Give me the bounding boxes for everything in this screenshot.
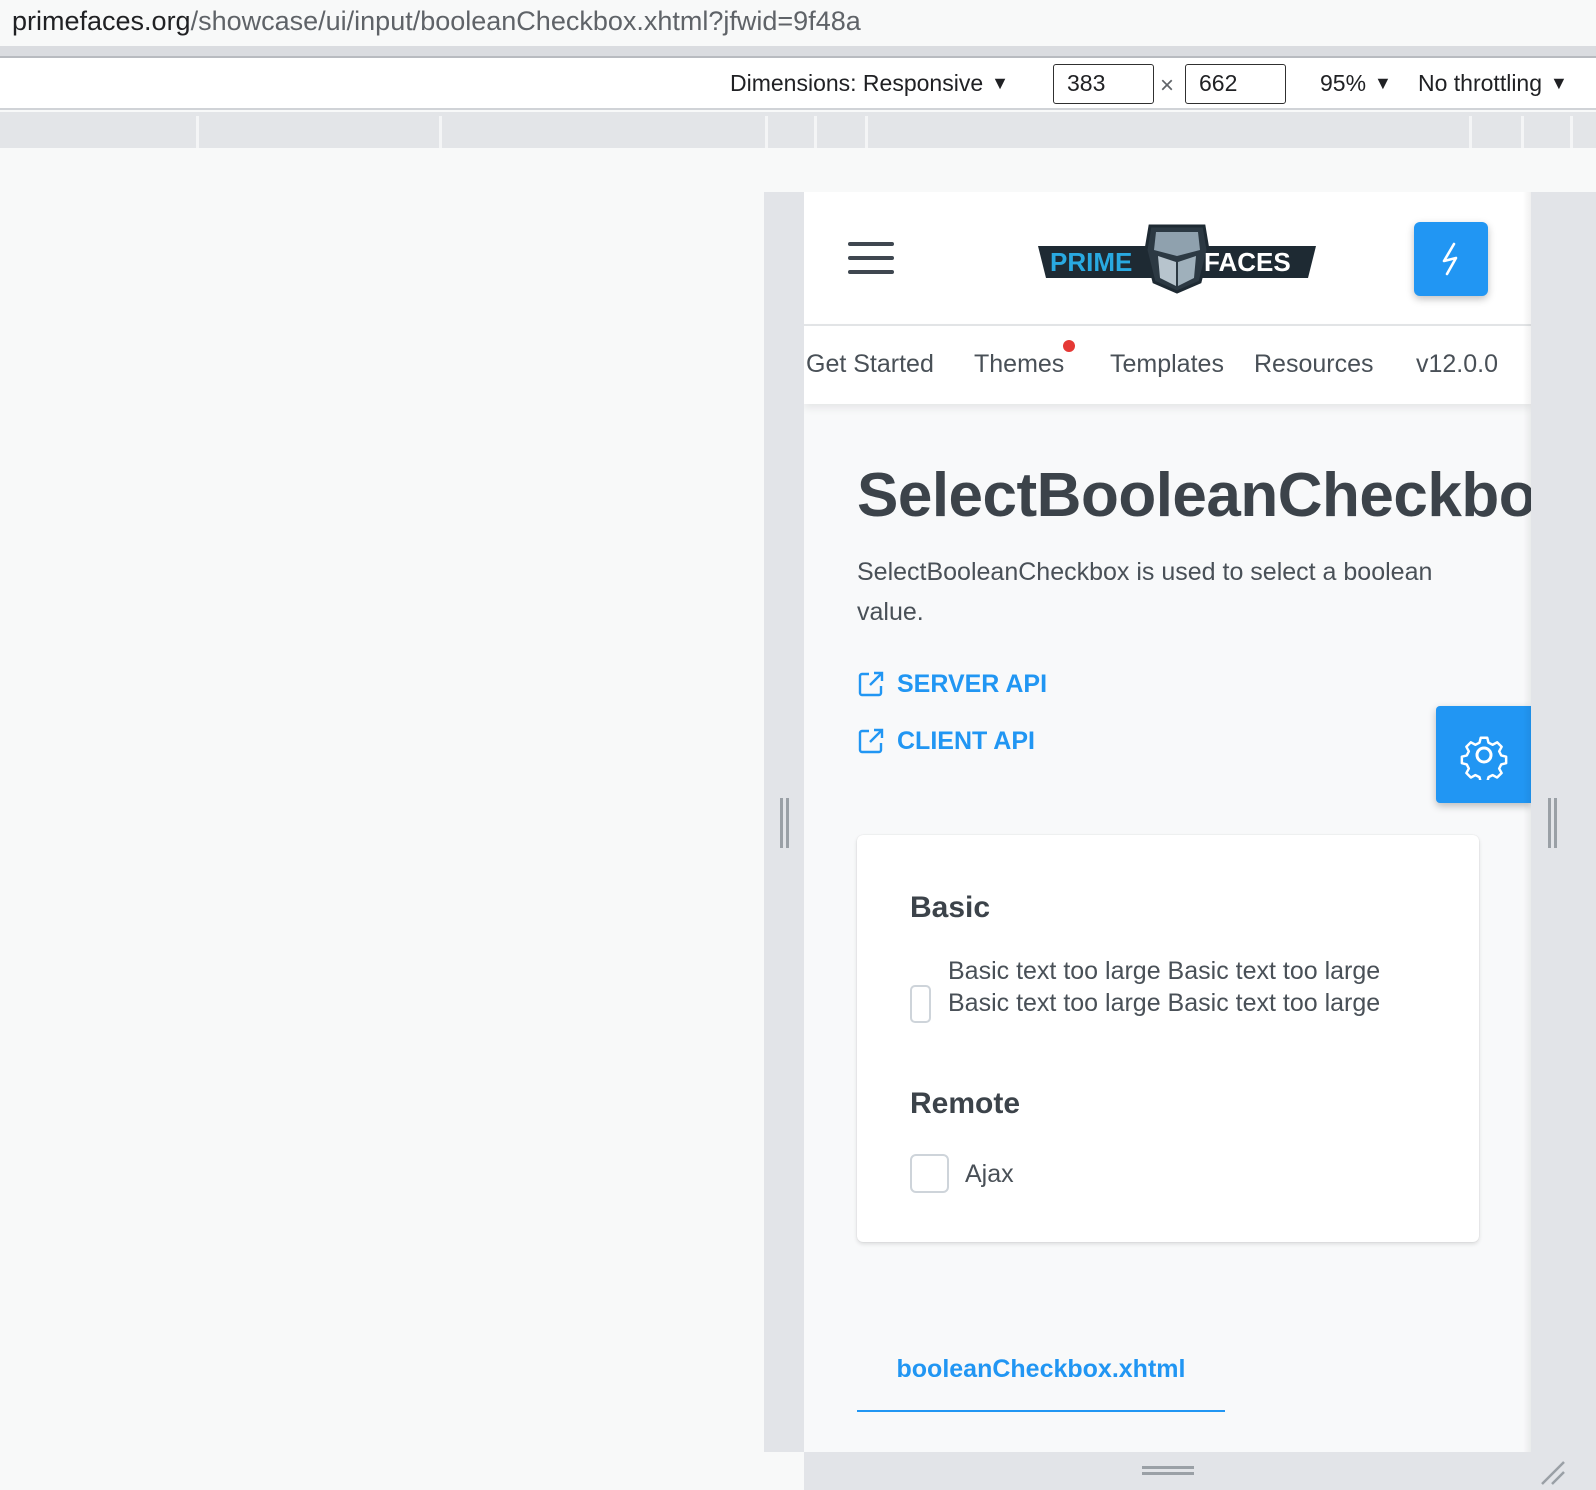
site-nav: Get Started Themes Templates Resources v… <box>804 326 1531 404</box>
zoom-dropdown[interactable]: 95% ▼ <box>1320 58 1392 108</box>
viewport-frame-right <box>1531 192 1596 1452</box>
url-path: /showcase/ui/input/booleanCheckbox.xhtml… <box>190 6 861 36</box>
zoom-label: 95% <box>1320 70 1367 96</box>
gear-icon <box>1460 736 1507 780</box>
ruler-tick <box>1521 116 1524 148</box>
external-link-icon <box>858 728 884 754</box>
ajax-checkbox[interactable] <box>910 1154 949 1193</box>
ajax-checkbox-label[interactable]: Ajax <box>965 1157 1014 1191</box>
responsive-toolbar: Dimensions: Responsive ▼ 383 × 662 95% ▼ N… <box>0 58 1596 110</box>
resize-handle-left-line <box>786 798 789 848</box>
external-link-icon <box>858 671 884 697</box>
primefaces-logo[interactable]: PRIME FACES <box>1032 220 1322 298</box>
toolbar-separator <box>0 46 1596 58</box>
nav-resources[interactable]: Resources <box>1254 326 1374 402</box>
resize-handle-bottom[interactable] <box>1142 1466 1194 1469</box>
page-description: SelectBooleanCheckbox is used to select … <box>857 558 1433 626</box>
resize-handle-right-line <box>1554 798 1557 848</box>
resize-corner-icon[interactable] <box>1538 1458 1566 1486</box>
resize-handle-left[interactable] <box>780 798 783 848</box>
themes-notification-dot <box>1063 340 1075 352</box>
throttling-label: No throttling <box>1418 70 1543 96</box>
nav-get-started[interactable]: Get Started <box>806 326 934 402</box>
logo-text-prime: PRIME <box>1050 247 1132 277</box>
hamburger-icon[interactable] <box>848 242 896 276</box>
address-bar[interactable]: primefaces.org/showcase/ui/input/boolean… <box>0 0 1596 46</box>
emulated-viewport: PRIME FACES Get Started Themes Templates… <box>804 192 1531 1452</box>
times-symbol: × <box>1160 72 1175 99</box>
resize-handle-bottom-line <box>1142 1472 1194 1475</box>
client-api-link[interactable]: CLIENT API <box>857 721 1035 761</box>
url-host: primefaces.org <box>12 6 191 36</box>
server-api-label: SERVER API <box>897 669 1048 698</box>
demo-card: Basic Basic text too large Basic text to… <box>857 835 1479 1242</box>
remote-heading: Remote <box>910 1087 1021 1120</box>
basic-heading: Basic <box>910 891 991 924</box>
dimensions-label: Dimensions: Responsive <box>730 70 984 96</box>
chevron-down-icon: ▼ <box>1374 73 1392 93</box>
site-topbar: PRIME FACES <box>804 192 1531 326</box>
bolt-button[interactable] <box>1414 222 1488 296</box>
tab-source-file[interactable]: booleanCheckbox.xhtml <box>857 1344 1225 1412</box>
viewport-edge-shadow <box>1523 192 1531 1452</box>
dimensions-dropdown[interactable]: Dimensions: Responsive ▼ <box>730 58 1009 108</box>
nav-themes[interactable]: Themes <box>974 326 1064 402</box>
basic-checkbox[interactable] <box>910 985 931 1023</box>
height-input[interactable]: 662 <box>1185 64 1286 104</box>
chevron-down-icon: ▼ <box>1550 73 1568 93</box>
ruler-tick <box>196 116 199 148</box>
logo-text-faces: FACES <box>1204 247 1291 277</box>
ruler-tick <box>765 116 768 148</box>
width-input[interactable]: 383 <box>1053 64 1154 104</box>
throttling-dropdown[interactable]: No throttling ▼ <box>1418 58 1568 108</box>
resize-handle-right[interactable] <box>1548 798 1551 848</box>
page-title: SelectBooleanCheckbox <box>857 461 1531 530</box>
ruler-tick <box>1570 116 1573 148</box>
nav-version[interactable]: v12.0.0 <box>1416 326 1498 402</box>
ruler-tick <box>865 116 868 148</box>
nav-templates[interactable]: Templates <box>1110 326 1224 402</box>
viewport-frame-bottom <box>804 1452 1596 1490</box>
media-query-ruler[interactable] <box>0 112 1596 148</box>
bolt-icon <box>1442 242 1458 276</box>
server-api-link[interactable]: SERVER API <box>857 664 1047 704</box>
ruler-tick <box>439 116 442 148</box>
basic-checkbox-label[interactable]: Basic text too large Basic text too larg… <box>948 955 1388 1019</box>
config-button[interactable] <box>1436 706 1531 803</box>
client-api-label: CLIENT API <box>897 726 1035 755</box>
viewport-frame-left <box>764 192 804 1452</box>
ruler-tick <box>1469 116 1472 148</box>
chevron-down-icon: ▼ <box>991 73 1009 93</box>
ruler-tick <box>814 116 817 148</box>
